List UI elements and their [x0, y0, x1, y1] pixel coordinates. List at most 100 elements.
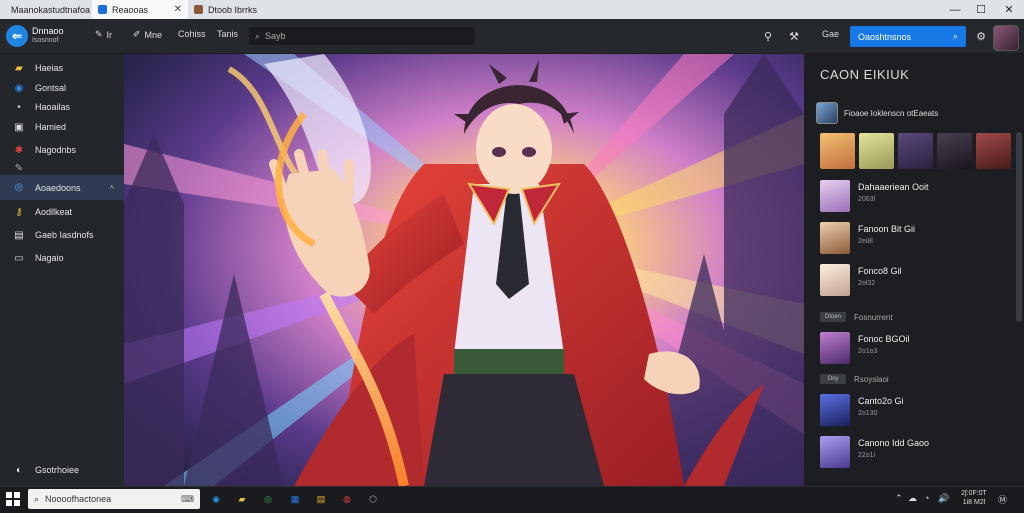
keyboard-icon: ⌨ — [181, 493, 194, 504]
list-thumbnail — [820, 332, 850, 364]
list-item[interactable]: Dahaaeriean Ooit 2063l — [820, 180, 1015, 214]
search-placeholder: Sayb — [265, 31, 286, 41]
clock-date: 1i8 M2l — [962, 499, 986, 506]
chrome-icon[interactable]: ◎ — [260, 491, 276, 507]
app-icon[interactable]: ⬡ — [365, 491, 381, 507]
list-item[interactable]: Fonco8 Gil 2ol32 — [820, 264, 1015, 298]
frame-icon: ▭ — [14, 252, 24, 264]
settings-gear-icon[interactable]: ⚙ — [973, 28, 989, 44]
tag-chip: Dtoen — [820, 312, 846, 322]
featured-row[interactable]: Fioaoe Ioklenscn otEaeats — [816, 102, 1016, 124]
tag-row[interactable]: Ooy Rsoyslaoi — [820, 372, 889, 386]
panel-scrollbar[interactable] — [1016, 132, 1022, 322]
maximize-button[interactable]: ☐ — [966, 0, 996, 19]
tab-favicon-icon — [194, 5, 203, 14]
key-icon: ⚷ — [15, 206, 23, 218]
opera-icon[interactable]: ◍ — [339, 491, 355, 507]
doc-icon: ▤ — [14, 229, 24, 241]
sidebar-item-1[interactable]: ▰ Haeias — [0, 57, 124, 79]
edge-icon[interactable]: ◉ — [208, 491, 224, 507]
thumbnail-3[interactable] — [898, 133, 933, 169]
brush-icon: ✐ — [133, 29, 141, 39]
list-item[interactable]: Fanoon Bit Gii 2ei8l — [820, 222, 1015, 256]
sidebar-item-10[interactable]: ▭ Nagaio — [0, 247, 124, 269]
sidebar-footer-item[interactable]: ◐ Gsotrhoiee — [0, 459, 124, 481]
sidebar-item-active[interactable]: ◎ Aoaedoons ˄ — [0, 175, 124, 200]
list-thumbnail — [820, 180, 850, 212]
search-icon: ⌕ — [34, 493, 40, 504]
folder-icon[interactable]: ▰ — [234, 491, 250, 507]
sidebar-item-9[interactable]: ▤ Gaeb Iasdnofs — [0, 224, 124, 246]
tool-brush[interactable]: ✐ Mne — [133, 29, 162, 40]
search-icon: ⌕ — [952, 31, 958, 41]
brand-subtitle: Isosnnof — [32, 37, 59, 44]
pen-icon: ✎ — [14, 162, 24, 174]
sidebar-item-5[interactable]: ✱ Nagodnbs — [0, 139, 124, 161]
tab-label: Dtoob Ibrrks — [208, 4, 258, 15]
list-thumbnail — [820, 222, 850, 254]
panel-title: CAON EIKIUK — [820, 67, 910, 82]
brand-title: Dnnaoo — [32, 26, 64, 36]
sidebar-item-4[interactable]: ▣ Hamied — [0, 116, 124, 138]
thumbnail-1[interactable] — [820, 133, 855, 169]
tab-label: Maanokastudtnafoa — [11, 4, 91, 15]
tab-2[interactable]: Reaooas ✕ — [92, 0, 188, 19]
tab-1[interactable]: Maanokastudtnafoa — [0, 0, 92, 19]
anime-illustration — [124, 54, 804, 486]
close-window-button[interactable]: ✕ — [994, 0, 1024, 19]
list-item[interactable]: Canono Idd Gaoo 22o1i — [820, 436, 1015, 470]
network-icon[interactable]: ◔ — [924, 493, 929, 503]
dot-icon: • — [17, 101, 21, 113]
explorer-icon[interactable]: ▤ — [313, 491, 329, 507]
key-icon[interactable]: ⚲ — [760, 28, 776, 44]
sidebar-item-8[interactable]: ⚷ Aodllkeat — [0, 201, 124, 223]
puzzle-icon: ✱ — [14, 144, 24, 156]
folder-icon: ▰ — [15, 62, 23, 74]
pen-icon: ✎ — [95, 29, 103, 39]
search-input[interactable]: ⌕ Sayb — [249, 27, 475, 45]
tray-chevron-icon[interactable]: ⌃ — [895, 493, 903, 504]
cloud-icon[interactable]: ☁ — [908, 493, 917, 504]
tool-pen[interactable]: ✎ Ir — [95, 29, 112, 40]
tab-favicon-icon — [98, 5, 107, 14]
account-icon: ◐ — [15, 464, 23, 476]
login-link[interactable]: Gae — [822, 29, 839, 39]
user-avatar[interactable] — [993, 25, 1019, 51]
tab-label: Reaooas — [112, 4, 149, 15]
list-item[interactable]: Fonoc BGOil 2o1o3 — [820, 332, 1015, 366]
tool-menu-2[interactable]: Cohiss — [178, 29, 206, 39]
list-thumbnail — [820, 394, 850, 426]
main-artwork-image — [124, 54, 804, 486]
tab-close-icon[interactable]: ✕ — [174, 4, 182, 15]
clock-time: 2ʃ:0F:0T — [961, 490, 987, 497]
primary-action-button[interactable]: Oaoshtnsnos ⌕ — [850, 26, 966, 47]
featured-thumbnail — [816, 102, 838, 124]
list-thumbnail — [820, 264, 850, 296]
edge-icon: ◉ — [14, 82, 24, 94]
windows-start-icon[interactable] — [4, 490, 22, 508]
sidebar-item-6[interactable]: ✎ — [0, 160, 124, 176]
tab-3[interactable]: Dtoob Ibrrks — [188, 0, 284, 19]
thumbnail-strip — [820, 133, 1015, 169]
tag-chip: Ooy — [820, 374, 846, 384]
featured-label: Fioaoe Ioklenscn otEaeats — [844, 108, 939, 118]
tool-menu-3[interactable]: Tanis — [217, 29, 238, 39]
tag-row[interactable]: Dtoen Fosnurrent — [820, 310, 893, 324]
sidebar-item-3[interactable]: • Haoailas — [0, 96, 124, 118]
list-item[interactable]: Canto2o Gi 2o130 — [820, 394, 1015, 428]
chevron-up-icon: ˄ — [109, 183, 114, 192]
system-clock[interactable]: 2ʃ:0F:0T 1i8 M2l — [958, 489, 990, 507]
search-icon: ⌕ — [255, 30, 261, 41]
volume-icon[interactable]: 🔊 — [938, 493, 949, 504]
circle-icon: ◎ — [14, 182, 24, 193]
list-thumbnail — [820, 436, 850, 468]
notification-icon[interactable]: Ⓜ — [998, 493, 1007, 506]
store-icon[interactable]: ▦ — [287, 491, 303, 507]
thumbnail-4[interactable] — [937, 133, 972, 169]
tools-icon[interactable]: ⚒ — [786, 28, 802, 44]
thumbnail-2[interactable] — [859, 133, 894, 169]
taskbar-search-input[interactable]: ⌕ Noooofhactonea ⌨ — [28, 489, 200, 509]
window-icon: ▣ — [14, 121, 24, 133]
thumbnail-5[interactable] — [976, 133, 1011, 169]
app-logo-icon[interactable]: ⇐ — [6, 25, 28, 47]
